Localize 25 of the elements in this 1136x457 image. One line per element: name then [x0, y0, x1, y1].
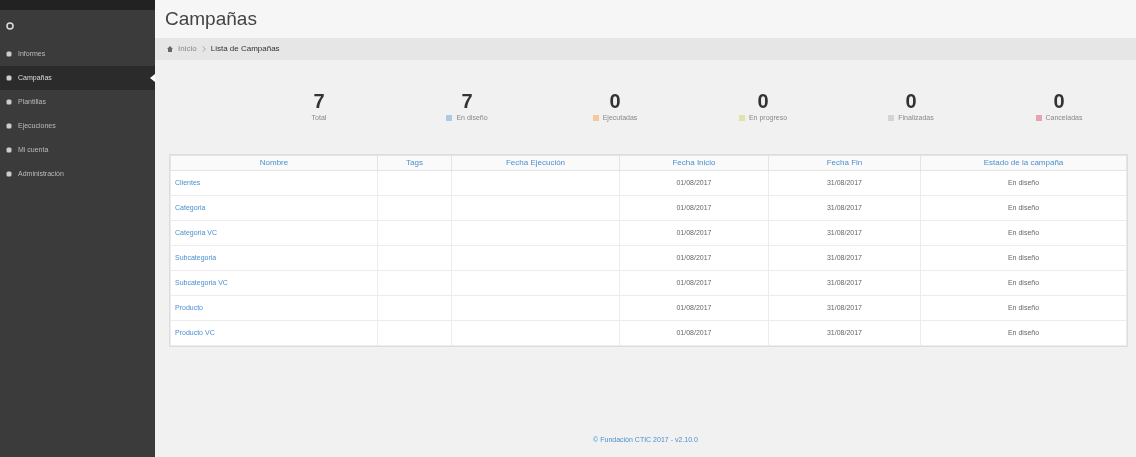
- chevron-right-icon: [201, 46, 206, 52]
- column-header[interactable]: Nombre: [170, 155, 378, 171]
- stat-value: 7: [461, 90, 473, 111]
- stat-value: 0: [1053, 90, 1065, 111]
- column-header[interactable]: Fecha Fin: [768, 155, 921, 171]
- menu-item-icon: [6, 123, 12, 129]
- stat-value: 0: [609, 90, 621, 111]
- stat-value: 7: [313, 90, 325, 111]
- menu-item-icon: [6, 147, 12, 153]
- menu-item-icon: [6, 75, 12, 81]
- breadcrumb-current: Lista de Campañas: [210, 43, 280, 55]
- column-header[interactable]: Fecha Inicio: [619, 155, 769, 171]
- menu-item-icon: [6, 99, 12, 105]
- column-header[interactable]: Tags: [377, 155, 452, 171]
- column-header[interactable]: Estado de la campaña: [920, 155, 1127, 171]
- active-caret-icon: [150, 74, 155, 82]
- menu-item-icon: [6, 171, 12, 177]
- stat-value: 0: [757, 90, 769, 111]
- breadcrumb-link[interactable]: Inicio: [178, 43, 197, 55]
- settings-icon[interactable]: [6, 22, 14, 30]
- menu-item-icon: [6, 51, 12, 57]
- page-title: Campañas: [165, 6, 257, 31]
- column-header[interactable]: Fecha Ejecución: [451, 155, 620, 171]
- home-icon[interactable]: [167, 46, 173, 52]
- stat-value: 0: [905, 90, 917, 111]
